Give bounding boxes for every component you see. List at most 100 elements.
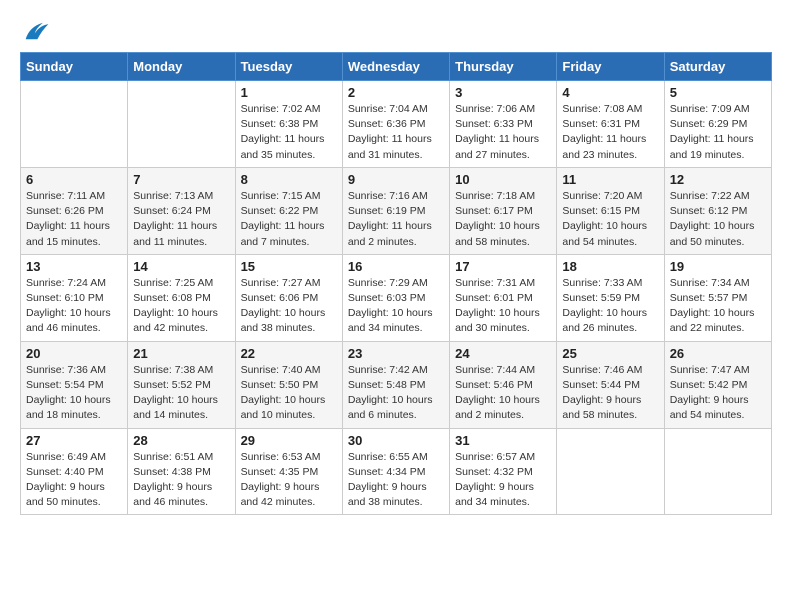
day-number: 3	[455, 85, 551, 100]
calendar-week-1: 1 Sunrise: 7:02 AM Sunset: 6:38 PM Daylig…	[21, 81, 772, 168]
calendar-cell: 25 Sunrise: 7:46 AM Sunset: 5:44 PM Dayli…	[557, 341, 664, 428]
calendar-cell: 22 Sunrise: 7:40 AM Sunset: 5:50 PM Dayli…	[235, 341, 342, 428]
logo-bird-icon	[22, 20, 50, 42]
day-number: 1	[241, 85, 337, 100]
calendar-cell: 2 Sunrise: 7:04 AM Sunset: 6:36 PM Daylig…	[342, 81, 449, 168]
day-number: 28	[133, 433, 229, 448]
calendar-cell: 13 Sunrise: 7:24 AM Sunset: 6:10 PM Dayli…	[21, 254, 128, 341]
day-number: 14	[133, 259, 229, 274]
calendar-cell: 29 Sunrise: 6:53 AM Sunset: 4:35 PM Dayli…	[235, 428, 342, 515]
day-info: Sunrise: 7:29 AM Sunset: 6:03 PM Dayligh…	[348, 276, 444, 337]
day-number: 15	[241, 259, 337, 274]
day-info: Sunrise: 7:11 AM Sunset: 6:26 PM Dayligh…	[26, 189, 122, 250]
day-number: 7	[133, 172, 229, 187]
day-info: Sunrise: 7:02 AM Sunset: 6:38 PM Dayligh…	[241, 102, 337, 163]
weekday-header-saturday: Saturday	[664, 53, 771, 81]
day-info: Sunrise: 7:20 AM Sunset: 6:15 PM Dayligh…	[562, 189, 658, 250]
calendar-cell: 1 Sunrise: 7:02 AM Sunset: 6:38 PM Daylig…	[235, 81, 342, 168]
day-info: Sunrise: 7:38 AM Sunset: 5:52 PM Dayligh…	[133, 363, 229, 424]
day-info: Sunrise: 7:16 AM Sunset: 6:19 PM Dayligh…	[348, 189, 444, 250]
calendar-cell: 30 Sunrise: 6:55 AM Sunset: 4:34 PM Dayli…	[342, 428, 449, 515]
day-number: 13	[26, 259, 122, 274]
calendar-cell: 27Sunrise: 6:49 AM Sunset: 4:40 PM Dayli…	[21, 428, 128, 515]
weekday-header-friday: Friday	[557, 53, 664, 81]
calendar-cell: 11 Sunrise: 7:20 AM Sunset: 6:15 PM Dayli…	[557, 167, 664, 254]
day-info: Sunrise: 6:57 AM Sunset: 4:32 PM Dayligh…	[455, 450, 551, 511]
calendar-week-4: 20Sunrise: 7:36 AM Sunset: 5:54 PM Dayli…	[21, 341, 772, 428]
day-number: 2	[348, 85, 444, 100]
day-info: Sunrise: 7:46 AM Sunset: 5:44 PM Dayligh…	[562, 363, 658, 424]
logo	[20, 20, 50, 42]
calendar-cell: 8 Sunrise: 7:15 AM Sunset: 6:22 PM Daylig…	[235, 167, 342, 254]
calendar-cell: 4 Sunrise: 7:08 AM Sunset: 6:31 PM Daylig…	[557, 81, 664, 168]
day-number: 11	[562, 172, 658, 187]
day-number: 19	[670, 259, 766, 274]
header	[20, 20, 772, 42]
day-info: Sunrise: 7:33 AM Sunset: 5:59 PM Dayligh…	[562, 276, 658, 337]
day-number: 10	[455, 172, 551, 187]
calendar-cell: 23Sunrise: 7:42 AM Sunset: 5:48 PM Dayli…	[342, 341, 449, 428]
day-info: Sunrise: 7:25 AM Sunset: 6:08 PM Dayligh…	[133, 276, 229, 337]
weekday-header-tuesday: Tuesday	[235, 53, 342, 81]
day-info: Sunrise: 7:44 AM Sunset: 5:46 PM Dayligh…	[455, 363, 551, 424]
calendar-table: SundayMondayTuesdayWednesdayThursdayFrid…	[20, 52, 772, 515]
day-info: Sunrise: 7:27 AM Sunset: 6:06 PM Dayligh…	[241, 276, 337, 337]
day-info: Sunrise: 7:08 AM Sunset: 6:31 PM Dayligh…	[562, 102, 658, 163]
weekday-header-sunday: Sunday	[21, 53, 128, 81]
weekday-header-row: SundayMondayTuesdayWednesdayThursdayFrid…	[21, 53, 772, 81]
calendar-cell: 26Sunrise: 7:47 AM Sunset: 5:42 PM Dayli…	[664, 341, 771, 428]
day-info: Sunrise: 7:47 AM Sunset: 5:42 PM Dayligh…	[670, 363, 766, 424]
day-info: Sunrise: 7:22 AM Sunset: 6:12 PM Dayligh…	[670, 189, 766, 250]
day-info: Sunrise: 7:15 AM Sunset: 6:22 PM Dayligh…	[241, 189, 337, 250]
calendar-cell: 14 Sunrise: 7:25 AM Sunset: 6:08 PM Dayli…	[128, 254, 235, 341]
calendar-cell: 3Sunrise: 7:06 AM Sunset: 6:33 PM Daylig…	[450, 81, 557, 168]
day-info: Sunrise: 7:04 AM Sunset: 6:36 PM Dayligh…	[348, 102, 444, 163]
calendar-cell: 28 Sunrise: 6:51 AM Sunset: 4:38 PM Dayli…	[128, 428, 235, 515]
day-number: 12	[670, 172, 766, 187]
day-number: 5	[670, 85, 766, 100]
day-number: 9	[348, 172, 444, 187]
day-info: Sunrise: 7:36 AM Sunset: 5:54 PM Dayligh…	[26, 363, 122, 424]
day-info: Sunrise: 7:18 AM Sunset: 6:17 PM Dayligh…	[455, 189, 551, 250]
day-info: Sunrise: 7:34 AM Sunset: 5:57 PM Dayligh…	[670, 276, 766, 337]
day-number: 16	[348, 259, 444, 274]
calendar-cell: 10 Sunrise: 7:18 AM Sunset: 6:17 PM Dayli…	[450, 167, 557, 254]
day-number: 30	[348, 433, 444, 448]
calendar-cell	[664, 428, 771, 515]
calendar-cell: 19 Sunrise: 7:34 AM Sunset: 5:57 PM Dayli…	[664, 254, 771, 341]
day-number: 8	[241, 172, 337, 187]
day-info: Sunrise: 6:51 AM Sunset: 4:38 PM Dayligh…	[133, 450, 229, 511]
calendar-cell	[128, 81, 235, 168]
day-info: Sunrise: 6:49 AM Sunset: 4:40 PM Dayligh…	[26, 450, 122, 511]
day-number: 25	[562, 346, 658, 361]
calendar-cell: 6 Sunrise: 7:11 AM Sunset: 6:26 PM Daylig…	[21, 167, 128, 254]
day-number: 31	[455, 433, 551, 448]
day-number: 6	[26, 172, 122, 187]
weekday-header-wednesday: Wednesday	[342, 53, 449, 81]
day-info: Sunrise: 7:31 AM Sunset: 6:01 PM Dayligh…	[455, 276, 551, 337]
day-info: Sunrise: 6:55 AM Sunset: 4:34 PM Dayligh…	[348, 450, 444, 511]
day-number: 29	[241, 433, 337, 448]
day-info: Sunrise: 7:09 AM Sunset: 6:29 PM Dayligh…	[670, 102, 766, 163]
weekday-header-monday: Monday	[128, 53, 235, 81]
day-number: 24	[455, 346, 551, 361]
calendar-cell	[21, 81, 128, 168]
calendar-week-5: 27Sunrise: 6:49 AM Sunset: 4:40 PM Dayli…	[21, 428, 772, 515]
day-info: Sunrise: 6:53 AM Sunset: 4:35 PM Dayligh…	[241, 450, 337, 511]
calendar-cell: 12 Sunrise: 7:22 AM Sunset: 6:12 PM Dayli…	[664, 167, 771, 254]
day-info: Sunrise: 7:24 AM Sunset: 6:10 PM Dayligh…	[26, 276, 122, 337]
calendar-week-2: 6 Sunrise: 7:11 AM Sunset: 6:26 PM Daylig…	[21, 167, 772, 254]
day-number: 4	[562, 85, 658, 100]
day-number: 17	[455, 259, 551, 274]
calendar-cell: 21 Sunrise: 7:38 AM Sunset: 5:52 PM Dayli…	[128, 341, 235, 428]
calendar-cell: 24 Sunrise: 7:44 AM Sunset: 5:46 PM Dayli…	[450, 341, 557, 428]
day-info: Sunrise: 7:13 AM Sunset: 6:24 PM Dayligh…	[133, 189, 229, 250]
day-number: 22	[241, 346, 337, 361]
calendar-cell	[557, 428, 664, 515]
calendar-cell: 9 Sunrise: 7:16 AM Sunset: 6:19 PM Daylig…	[342, 167, 449, 254]
day-number: 21	[133, 346, 229, 361]
calendar-cell: 31 Sunrise: 6:57 AM Sunset: 4:32 PM Dayli…	[450, 428, 557, 515]
day-info: Sunrise: 7:40 AM Sunset: 5:50 PM Dayligh…	[241, 363, 337, 424]
day-info: Sunrise: 7:42 AM Sunset: 5:48 PM Dayligh…	[348, 363, 444, 424]
calendar-cell: 17 Sunrise: 7:31 AM Sunset: 6:01 PM Dayli…	[450, 254, 557, 341]
